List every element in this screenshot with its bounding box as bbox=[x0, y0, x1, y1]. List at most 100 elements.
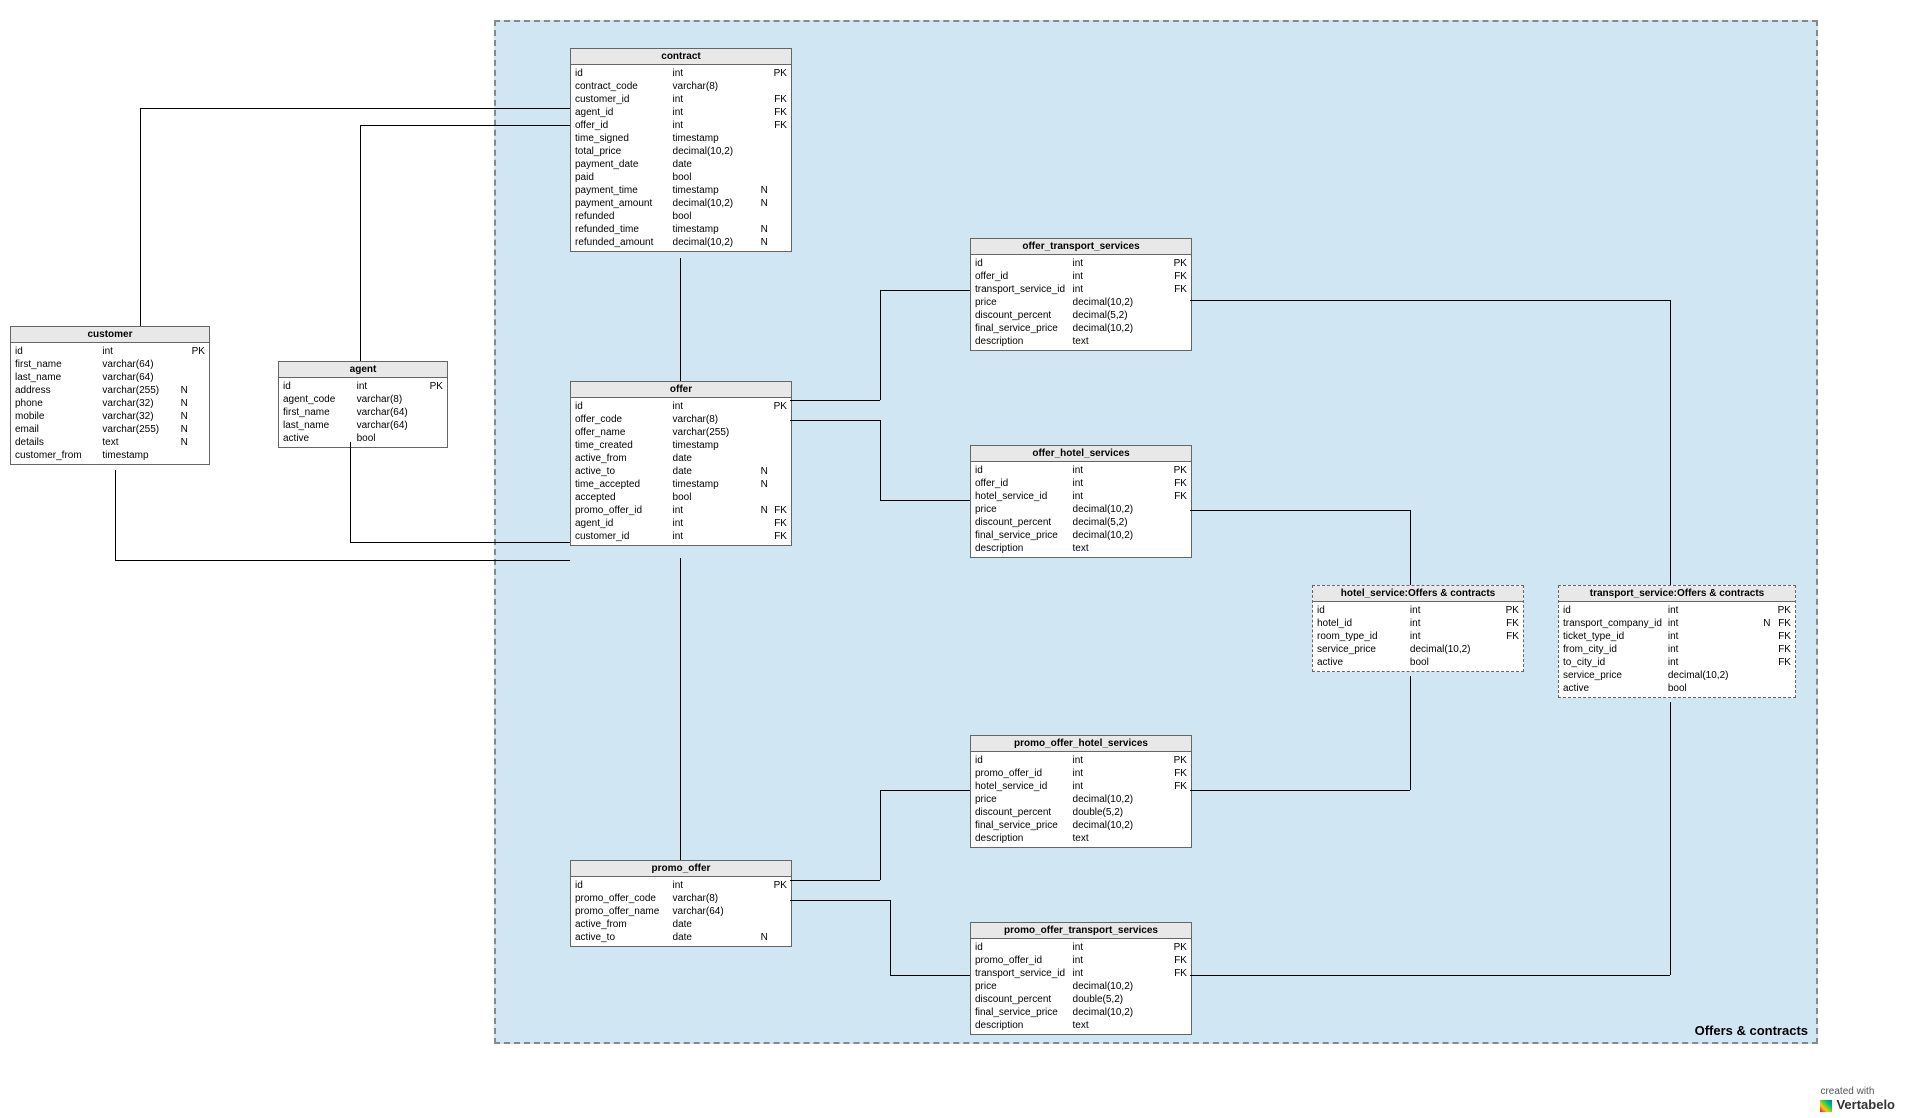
entity-contract[interactable]: contract idintPKcontract_codevarchar(8)c… bbox=[570, 48, 792, 252]
rel-offer-ohs-h2 bbox=[880, 500, 970, 501]
table-row: active_fromdate bbox=[575, 452, 787, 465]
table-row: refunded_timetimestampN bbox=[575, 223, 787, 236]
table-row: idintPK bbox=[975, 941, 1187, 954]
table-row: customer_fromtimestamp bbox=[15, 449, 205, 462]
entity-offer-transport-services[interactable]: offer_transport_services idintPKoffer_id… bbox=[970, 238, 1192, 351]
table-row: idintPK bbox=[575, 879, 787, 892]
table-row: phonevarchar(32)N bbox=[15, 397, 205, 410]
table-row: customer_idintFK bbox=[575, 530, 787, 543]
table-row: service_pricedecimal(10,2) bbox=[1563, 669, 1791, 682]
rel-pohs-hs-h bbox=[1190, 790, 1410, 791]
entity-transport-service[interactable]: transport_service:Offers & contracts idi… bbox=[1558, 585, 1796, 698]
entity-title: promo_offer_hotel_services bbox=[971, 736, 1191, 752]
table-row: first_namevarchar(64) bbox=[283, 406, 443, 419]
rel-po-pots-v bbox=[890, 900, 891, 975]
table-row: detailstextN bbox=[15, 436, 205, 449]
table-row: descriptiontext bbox=[975, 1019, 1187, 1032]
entity-title: contract bbox=[571, 49, 791, 65]
table-row: room_type_idintFK bbox=[1317, 630, 1519, 643]
entity-body: idintPKpromo_offer_idintFKhotel_service_… bbox=[971, 752, 1191, 847]
entity-title: offer bbox=[571, 382, 791, 398]
rel-customer-offer-h bbox=[115, 560, 570, 561]
table-row: payment_amountdecimal(10,2)N bbox=[575, 197, 787, 210]
entity-agent[interactable]: agent idintPKagent_codevarchar(8)first_n… bbox=[278, 361, 448, 448]
table-row: final_service_pricedecimal(10,2) bbox=[975, 1006, 1187, 1019]
table-row: total_pricedecimal(10,2) bbox=[575, 145, 787, 158]
table-row: service_pricedecimal(10,2) bbox=[1317, 643, 1519, 656]
rel-agent-contract-h bbox=[360, 125, 570, 126]
table-row: transport_service_idintFK bbox=[975, 967, 1187, 980]
rel-po-pohs-h2 bbox=[880, 790, 970, 791]
table-row: first_namevarchar(64) bbox=[15, 358, 205, 371]
table-row: idintPK bbox=[15, 345, 205, 358]
table-row: descriptiontext bbox=[975, 832, 1187, 845]
entity-body: idintPKtransport_company_idintNFKticket_… bbox=[1559, 602, 1795, 697]
footer: created with Vertabelo bbox=[1820, 1086, 1895, 1112]
region-label: Offers & contracts bbox=[1695, 1023, 1808, 1038]
rel-offer-ohs-h1 bbox=[790, 420, 880, 421]
entity-title: offer_hotel_services bbox=[971, 446, 1191, 462]
table-row: active_todateN bbox=[575, 465, 787, 478]
diagram-canvas: Offers & contracts customer idintPKfirst… bbox=[0, 0, 1905, 1118]
table-row: promo_offer_codevarchar(8) bbox=[575, 892, 787, 905]
rel-offer-ohs-v bbox=[880, 420, 881, 500]
table-row: hotel_idintFK bbox=[1317, 617, 1519, 630]
rel-po-pots-h2 bbox=[890, 975, 970, 976]
entity-customer[interactable]: customer idintPKfirst_namevarchar(64)las… bbox=[10, 326, 210, 465]
table-row: hotel_service_idintFK bbox=[975, 780, 1187, 793]
rel-ohs-hs-v bbox=[1410, 510, 1411, 585]
table-row: discount_percentdecimal(5,2) bbox=[975, 309, 1187, 322]
entity-offer[interactable]: offer idintPKoffer_codevarchar(8)offer_n… bbox=[570, 381, 792, 546]
rel-offer-contract-v bbox=[680, 258, 681, 381]
table-row: payment_timetimestampN bbox=[575, 184, 787, 197]
entity-hotel-service[interactable]: hotel_service:Offers & contracts idintPK… bbox=[1312, 585, 1524, 672]
entity-title: customer bbox=[11, 327, 209, 343]
table-row: final_service_pricedecimal(10,2) bbox=[975, 529, 1187, 542]
table-row: pricedecimal(10,2) bbox=[975, 296, 1187, 309]
table-row: mobilevarchar(32)N bbox=[15, 410, 205, 423]
rel-customer-offer-v bbox=[115, 470, 116, 560]
table-row: offer_idintFK bbox=[975, 477, 1187, 490]
table-row: idintPK bbox=[575, 400, 787, 413]
table-row: ticket_type_idintFK bbox=[1563, 630, 1791, 643]
table-row: customer_idintFK bbox=[575, 93, 787, 106]
entity-promo-offer-transport-services[interactable]: promo_offer_transport_services idintPKpr… bbox=[970, 922, 1192, 1035]
table-row: discount_percentdecimal(5,2) bbox=[975, 516, 1187, 529]
table-row: transport_service_idintFK bbox=[975, 283, 1187, 296]
table-row: pricedecimal(10,2) bbox=[975, 980, 1187, 993]
rel-customer-contract-v bbox=[140, 108, 141, 326]
vertabelo-logo-icon bbox=[1820, 1100, 1832, 1112]
table-row: promo_offer_idintFK bbox=[975, 954, 1187, 967]
rel-ohs-hs-h bbox=[1190, 510, 1410, 511]
table-row: promo_offer_idintNFK bbox=[575, 504, 787, 517]
rel-pots-ts-v bbox=[1670, 702, 1671, 975]
entity-body: idintPKagent_codevarchar(8)first_namevar… bbox=[279, 378, 447, 447]
rel-po-pots-h1 bbox=[790, 900, 890, 901]
rel-po-pohs-v bbox=[880, 790, 881, 880]
entity-promo-offer[interactable]: promo_offer idintPKpromo_offer_codevarch… bbox=[570, 860, 792, 947]
table-row: paidbool bbox=[575, 171, 787, 184]
entity-title: transport_service:Offers & contracts bbox=[1559, 586, 1795, 602]
table-row: time_signedtimestamp bbox=[575, 132, 787, 145]
entity-promo-offer-hotel-services[interactable]: promo_offer_hotel_services idintPKpromo_… bbox=[970, 735, 1192, 848]
table-row: agent_idintFK bbox=[575, 517, 787, 530]
table-row: descriptiontext bbox=[975, 542, 1187, 555]
table-row: final_service_pricedecimal(10,2) bbox=[975, 322, 1187, 335]
rel-agent-offer-v bbox=[350, 442, 351, 542]
rel-customer-contract-h bbox=[140, 108, 570, 109]
entity-body: idintPKpromo_offer_codevarchar(8)promo_o… bbox=[571, 877, 791, 946]
table-row: pricedecimal(10,2) bbox=[975, 503, 1187, 516]
entity-body: idintPKoffer_idintFKhotel_service_idintF… bbox=[971, 462, 1191, 557]
table-row: offer_codevarchar(8) bbox=[575, 413, 787, 426]
entity-body: idintPKoffer_idintFKtransport_service_id… bbox=[971, 255, 1191, 350]
table-row: activebool bbox=[283, 432, 443, 445]
table-row: descriptiontext bbox=[975, 335, 1187, 348]
table-row: final_service_pricedecimal(10,2) bbox=[975, 819, 1187, 832]
rel-offer-ots-h2 bbox=[880, 290, 970, 291]
table-row: promo_offer_namevarchar(64) bbox=[575, 905, 787, 918]
rel-offer-promo-v bbox=[680, 558, 681, 860]
entity-body: idintPKcontract_codevarchar(8)customer_i… bbox=[571, 65, 791, 251]
table-row: discount_percentdouble(5,2) bbox=[975, 993, 1187, 1006]
table-row: activebool bbox=[1317, 656, 1519, 669]
entity-offer-hotel-services[interactable]: offer_hotel_services idintPKoffer_idintF… bbox=[970, 445, 1192, 558]
